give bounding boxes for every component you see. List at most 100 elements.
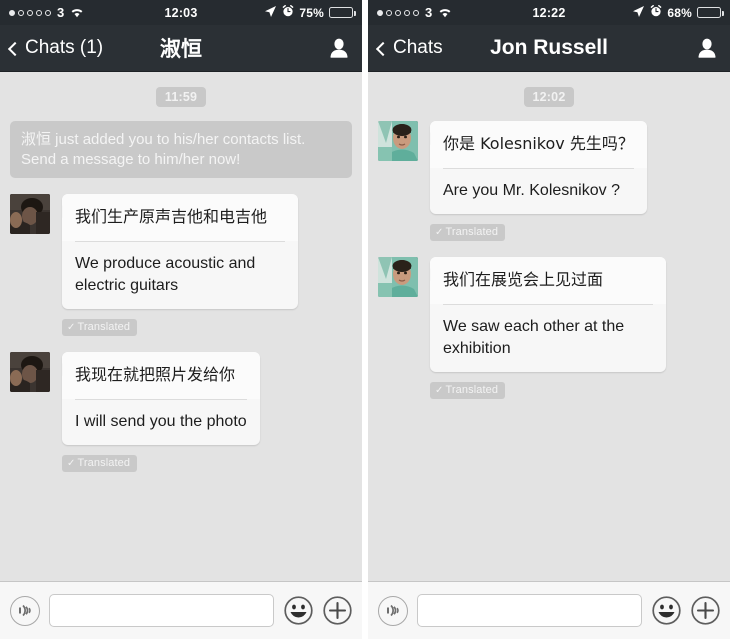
- message-bubble-wrap: 我们生产原声吉他和电吉他 We produce acoustic and ele…: [62, 194, 298, 309]
- contact-person-icon: [330, 38, 348, 58]
- status-bar-right: 3 12:22 68%: [368, 0, 730, 25]
- avatar-image: [378, 121, 418, 161]
- voice-message-icon: [18, 604, 31, 617]
- status-bar-clock: 12:22: [532, 5, 566, 20]
- dual-phone-screenshot: 3 12:03 75% Chats (1) 淑恒 11:59 淑恒 just a…: [0, 0, 730, 639]
- signal-strength-dots: [377, 9, 419, 16]
- back-button[interactable]: Chats: [375, 37, 443, 59]
- phone-screen-left: 3 12:03 75% Chats (1) 淑恒 11:59 淑恒 just a…: [0, 0, 362, 639]
- conversation-timestamp: 12:02: [523, 87, 575, 107]
- message-bubble-wrap: 我现在就把照片发给你 I will send you the photo: [62, 352, 260, 445]
- translated-badge: ✓ Translated: [62, 455, 138, 472]
- back-button-label: Chats (1): [25, 37, 104, 58]
- chevron-left-icon: [7, 41, 23, 56]
- phone-screen-right: 3 12:22 68% Chats Jon Russell 12:02 你是 K…: [368, 0, 730, 639]
- carrier-label: 3: [57, 5, 65, 20]
- message-list-left[interactable]: 11:59 淑恒 just added you to his/her conta…: [0, 72, 362, 581]
- badge-row: ✓ Translated: [10, 314, 352, 352]
- status-bar-left-group: 3: [9, 5, 165, 20]
- alarm-clock-icon: [282, 5, 294, 20]
- voice-message-icon: [386, 604, 399, 617]
- translated-badge-label: Translated: [445, 384, 499, 396]
- message-text-input[interactable]: [49, 594, 274, 627]
- avatar[interactable]: [10, 352, 50, 392]
- badge-row: ✓ Translated: [378, 219, 720, 257]
- status-bar-left-group: 3: [377, 5, 533, 20]
- contact-info-button[interactable]: [326, 35, 352, 61]
- smiley-face-icon: [283, 596, 313, 625]
- battery-percentage: 68%: [667, 5, 693, 20]
- message-bubble[interactable]: 你是 Kolesnikov 先生吗？ Are you Mr. Kolesniko…: [430, 121, 647, 214]
- chevron-left-icon: [375, 41, 391, 56]
- nav-bar-right: Chats Jon Russell: [368, 25, 730, 72]
- message-translated-text: We produce acoustic and electric guitars: [75, 255, 256, 294]
- translated-badge-label: Translated: [77, 457, 131, 469]
- status-bar-left: 3 12:03 75%: [0, 0, 362, 25]
- message-bubble[interactable]: 我现在就把照片发给你 I will send you the photo: [62, 352, 260, 445]
- add-attachment-button[interactable]: [322, 596, 352, 626]
- carrier-label: 3: [425, 5, 433, 20]
- message-bubble-wrap: 我们在展览会上见过面 We saw each other at the exhi…: [430, 257, 666, 372]
- avatar-image: [10, 352, 50, 392]
- message-bubble[interactable]: 我们生产原声吉他和电吉他 We produce acoustic and ele…: [62, 194, 298, 309]
- system-note-contact-name: 淑恒: [21, 130, 52, 148]
- check-icon: ✓: [67, 322, 76, 333]
- translated-badge: ✓ Translated: [430, 224, 506, 241]
- message-row: 我们在展览会上见过面 We saw each other at the exhi…: [378, 257, 720, 372]
- check-icon: ✓: [435, 227, 444, 238]
- status-bar-right-group: 68%: [566, 5, 724, 21]
- status-bar-right-group: 75%: [198, 5, 356, 21]
- message-bubble[interactable]: 我们在展览会上见过面 We saw each other at the exhi…: [430, 257, 666, 372]
- wifi-icon: [438, 7, 452, 18]
- voice-message-button[interactable]: [10, 595, 40, 626]
- message-bubble-wrap: 你是 Kolesnikov 先生吗？ Are you Mr. Kolesniko…: [430, 121, 647, 214]
- add-attachment-button[interactable]: [690, 596, 720, 626]
- badge-row: ✓ Translated: [378, 377, 720, 415]
- message-translated-text: I will send you the photo: [75, 413, 247, 430]
- message-row: 我们生产原声吉他和电吉他 We produce acoustic and ele…: [10, 194, 352, 309]
- status-bar-clock: 12:03: [164, 5, 198, 20]
- battery-icon: [329, 7, 356, 18]
- plus-icon: [322, 596, 352, 625]
- emoji-button[interactable]: [283, 596, 313, 626]
- message-original-text: 我现在就把照片发给你: [62, 352, 260, 399]
- message-translated-text: We saw each other at the exhibition: [443, 318, 625, 357]
- battery-icon: [697, 7, 724, 18]
- back-button[interactable]: Chats (1): [7, 37, 104, 59]
- message-input-bar-left: [0, 581, 362, 639]
- timestamp-row: 11:59: [10, 87, 352, 107]
- badge-row: ✓ Translated: [10, 450, 352, 488]
- nav-bar-left: Chats (1) 淑恒: [0, 25, 362, 72]
- contact-info-button[interactable]: [694, 35, 720, 61]
- back-button-label: Chats: [393, 37, 443, 58]
- avatar[interactable]: [378, 121, 418, 161]
- signal-strength-dots: [9, 9, 51, 16]
- battery-percentage: 75%: [299, 5, 325, 20]
- smiley-face-icon: [651, 596, 681, 625]
- contact-person-icon: [698, 38, 716, 58]
- translated-badge-label: Translated: [77, 321, 131, 333]
- message-original-text: 我们在展览会上见过面: [430, 257, 666, 304]
- translated-badge: ✓ Translated: [430, 382, 506, 399]
- system-note-text: just added you to his/her contacts list.…: [21, 131, 306, 168]
- wifi-icon: [70, 7, 84, 18]
- translated-badge-label: Translated: [445, 226, 499, 238]
- message-row: 你是 Kolesnikov 先生吗？ Are you Mr. Kolesniko…: [378, 121, 720, 214]
- timestamp-row: 12:02: [378, 87, 720, 107]
- message-list-right[interactable]: 12:02 你是 Kolesnikov 先生吗？ Are you Mr. Kol…: [368, 72, 730, 581]
- emoji-button[interactable]: [651, 596, 681, 626]
- message-text-input[interactable]: [417, 594, 642, 627]
- voice-message-button[interactable]: [378, 595, 408, 626]
- plus-icon: [690, 596, 720, 625]
- translated-badge: ✓ Translated: [62, 319, 138, 336]
- message-input-bar-right: [368, 581, 730, 639]
- message-translated-text: Are you Mr. Kolesnikov ?: [443, 182, 620, 199]
- location-arrow-icon: [632, 5, 645, 21]
- avatar[interactable]: [10, 194, 50, 234]
- alarm-clock-icon: [650, 5, 662, 20]
- status-bar-clock-wrap: 12:03: [165, 6, 198, 20]
- avatar-image: [10, 194, 50, 234]
- status-bar-clock-wrap: 12:22: [533, 6, 566, 20]
- avatar-image: [378, 257, 418, 297]
- avatar[interactable]: [378, 257, 418, 297]
